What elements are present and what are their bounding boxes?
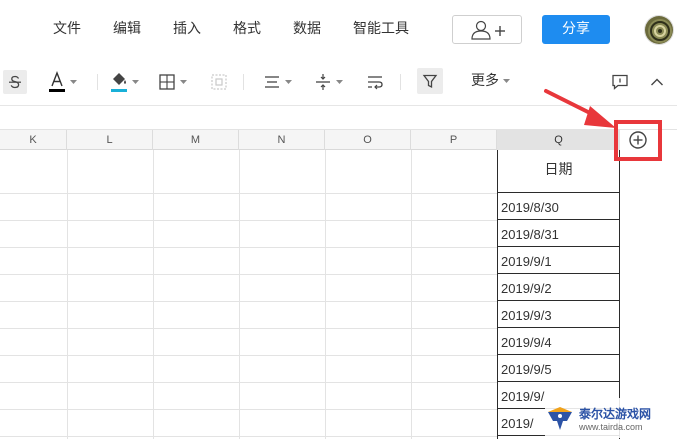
more-button[interactable]: 更多 xyxy=(471,71,510,91)
date-header-cell[interactable]: 日期 xyxy=(498,150,619,193)
fill-bucket-icon xyxy=(111,73,127,92)
avatar-image-icon xyxy=(645,16,673,44)
borders-button[interactable] xyxy=(158,68,187,96)
column-header-m[interactable]: M xyxy=(153,130,239,150)
chevron-down-icon xyxy=(503,78,510,83)
chevron-up-icon xyxy=(651,78,663,86)
more-label: 更多 xyxy=(471,73,499,89)
menu-bar: 文件 编辑 插入 格式 数据 智能工具 分享 xyxy=(0,0,677,58)
column-header-l[interactable]: L xyxy=(67,130,153,150)
watermark-logo-icon xyxy=(548,407,572,430)
date-cell[interactable]: 2019/9/2 xyxy=(498,274,619,301)
date-cell[interactable]: 2019/9/5 xyxy=(498,355,619,382)
date-cell[interactable]: 2019/8/30 xyxy=(498,193,619,220)
menu-data[interactable]: 数据 xyxy=(293,19,321,39)
column-header-k[interactable]: K xyxy=(0,130,67,150)
column-header-p[interactable]: P xyxy=(411,130,497,150)
share-button[interactable]: 分享 xyxy=(542,15,610,44)
filter-button[interactable] xyxy=(417,68,443,94)
add-user-icon xyxy=(471,20,505,40)
filter-funnel-icon xyxy=(422,74,438,89)
grid-row-line xyxy=(0,328,498,329)
vertical-align-icon xyxy=(316,74,330,90)
watermark-url: www.tairda.com xyxy=(579,421,643,432)
date-cell[interactable]: 2019/8/31 xyxy=(498,220,619,247)
font-color-button[interactable] xyxy=(48,68,77,96)
vertical-align-button[interactable] xyxy=(314,68,343,96)
watermark-title: 泰尔达游戏网 xyxy=(579,406,652,421)
chevron-down-icon xyxy=(70,79,77,84)
merge-cells-button[interactable] xyxy=(210,68,228,96)
sheet-margin xyxy=(620,150,677,439)
toolbar-divider xyxy=(97,74,98,90)
grid-row-line xyxy=(0,193,498,194)
column-header-row: K L M N O P Q xyxy=(0,130,620,150)
grid-row-line xyxy=(0,409,498,410)
add-column-button[interactable] xyxy=(627,129,649,151)
grid-row-line xyxy=(0,301,498,302)
date-cell[interactable]: 2019/9/3 xyxy=(498,301,619,328)
chevron-down-icon xyxy=(180,79,187,84)
chevron-down-icon xyxy=(285,79,292,84)
menu-insert[interactable]: 插入 xyxy=(173,19,201,39)
horizontal-align-button[interactable] xyxy=(263,68,292,96)
date-cell[interactable]: 2019/9/1 xyxy=(498,247,619,274)
grid-row-line xyxy=(0,436,498,437)
add-collaborator-button[interactable] xyxy=(452,15,522,44)
watermark: 泰尔达游戏网 www.tairda.com xyxy=(545,398,677,438)
grid-row-line xyxy=(0,382,498,383)
chevron-down-icon xyxy=(336,79,343,84)
toolbar-divider xyxy=(400,74,401,90)
grid-row-line xyxy=(0,247,498,248)
menu-format[interactable]: 格式 xyxy=(233,19,261,39)
toolbar-divider xyxy=(243,74,244,90)
chevron-down-icon xyxy=(132,79,139,84)
grid-row-line xyxy=(0,220,498,221)
plus-circle-icon xyxy=(629,131,647,149)
border-grid-icon xyxy=(159,74,175,90)
grid-row-line xyxy=(0,274,498,275)
menu-file[interactable]: 文件 xyxy=(53,19,81,39)
selected-column-q[interactable]: 日期 2019/8/30 2019/8/31 2019/9/1 2019/9/2… xyxy=(497,150,620,439)
align-center-icon xyxy=(265,76,279,88)
menu-edit[interactable]: 编辑 xyxy=(113,19,141,39)
avatar[interactable] xyxy=(644,15,674,45)
merge-cells-icon xyxy=(211,74,227,90)
strikethrough-button[interactable] xyxy=(3,68,27,96)
wrap-text-icon xyxy=(368,76,383,90)
wrap-text-button[interactable] xyxy=(366,68,384,96)
column-header-o[interactable]: O xyxy=(325,130,411,150)
fill-color-button[interactable] xyxy=(110,68,139,96)
grid-row-line xyxy=(0,355,498,356)
date-cell[interactable]: 2019/9/4 xyxy=(498,328,619,355)
font-color-icon xyxy=(49,71,65,92)
menu-smart-tools[interactable]: 智能工具 xyxy=(353,19,409,39)
annotation-arrow-icon xyxy=(544,89,616,128)
strikethrough-icon xyxy=(9,75,21,89)
spreadsheet-grid[interactable]: 日期 2019/8/30 2019/8/31 2019/9/1 2019/9/2… xyxy=(0,150,620,439)
collapse-toolbar-button[interactable] xyxy=(650,68,664,96)
column-header-n[interactable]: N xyxy=(239,130,325,150)
